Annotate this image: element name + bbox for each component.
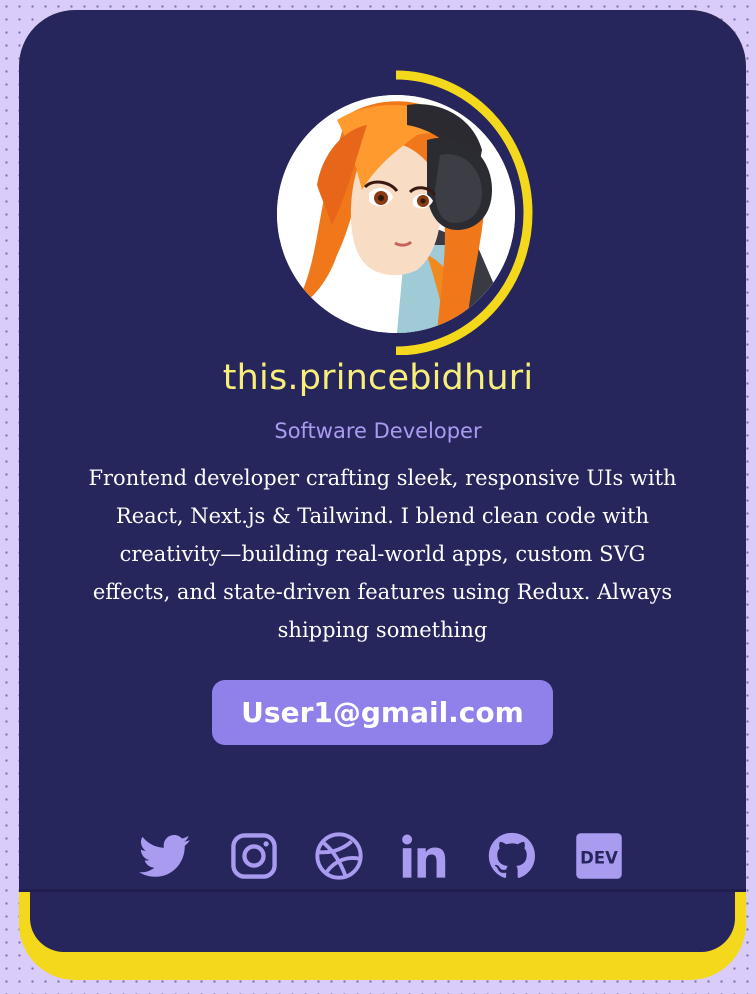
dev-link[interactable]: DEV bbox=[573, 830, 625, 882]
github-icon bbox=[488, 832, 535, 878]
linkedin-link[interactable] bbox=[398, 830, 450, 882]
card-footer bbox=[30, 890, 735, 952]
instagram-icon bbox=[231, 833, 277, 879]
dev-icon-label: DEV bbox=[580, 848, 618, 867]
card-divider bbox=[19, 889, 746, 892]
social-links: DEV bbox=[0, 830, 756, 882]
dev-icon: DEV bbox=[576, 833, 622, 879]
profile-role: Software Developer bbox=[274, 419, 482, 443]
profile-bio: Frontend developer crafting sleek, respo… bbox=[88, 466, 677, 642]
dribbble-link[interactable] bbox=[313, 830, 365, 882]
twitter-icon bbox=[139, 834, 191, 877]
instagram-link[interactable] bbox=[228, 830, 280, 882]
profile-handle: this.princebidhuri bbox=[222, 358, 534, 398]
twitter-link[interactable] bbox=[139, 830, 191, 882]
email-button[interactable]: User1@gmail.com bbox=[212, 680, 553, 745]
github-link[interactable] bbox=[486, 830, 538, 882]
linkedin-icon bbox=[402, 834, 446, 878]
avatar bbox=[277, 95, 515, 333]
avatar-illustration bbox=[277, 95, 515, 333]
dribbble-icon bbox=[315, 832, 363, 880]
